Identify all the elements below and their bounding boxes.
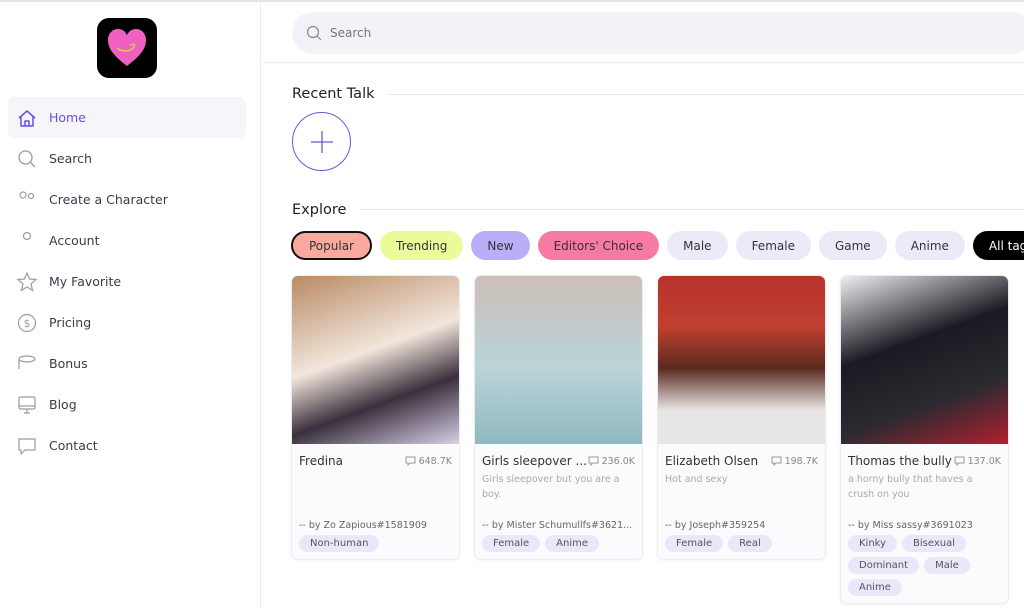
chat-icon xyxy=(771,456,782,466)
tag-filter[interactable]: Editors' Choice xyxy=(537,231,660,260)
plus-icon xyxy=(310,130,333,153)
chat-count: 648.7K xyxy=(405,456,452,467)
home-icon xyxy=(18,109,36,127)
explore-title: Explore xyxy=(292,202,347,218)
character-name: Girls sleepover ... xyxy=(482,454,587,468)
card-tag[interactable]: Real xyxy=(728,535,772,552)
card-tag[interactable]: Anime xyxy=(545,535,600,552)
character-card[interactable]: Elizabeth Olsen 198.7K Hot and sexy -- b… xyxy=(657,275,826,560)
user-icon xyxy=(22,231,32,240)
tag-filter[interactable]: All tags xyxy=(972,231,1024,260)
tag-filter[interactable]: Popular xyxy=(291,231,372,260)
sidebar-item-label: My Favorite xyxy=(49,274,122,289)
character-name: Thomas the bully xyxy=(848,454,952,468)
character-image[interactable] xyxy=(841,276,1008,444)
coins-icon xyxy=(18,354,36,369)
header xyxy=(262,2,1024,63)
chat-icon xyxy=(18,437,36,455)
heart-logo-icon xyxy=(108,29,146,66)
character-description: a horny bully that haves a crush on you xyxy=(848,474,973,500)
character-cards: Fredina 648.7K -- by Zo Zapious#1581909 … xyxy=(291,275,1009,604)
sidebar-item-search[interactable]: Search xyxy=(8,138,246,179)
chat-count-value: 236.0K xyxy=(601,455,635,467)
sidebar-item-label: Bonus xyxy=(49,356,88,371)
character-card[interactable]: Fredina 648.7K -- by Zo Zapious#1581909 … xyxy=(291,275,460,560)
tag-filter[interactable]: Anime xyxy=(894,231,965,260)
character-image[interactable] xyxy=(292,276,459,444)
recent-talk-title: Recent Talk xyxy=(292,86,375,102)
character-name: Fredina xyxy=(299,454,343,468)
card-tag[interactable]: Female xyxy=(665,535,724,552)
card-tag[interactable]: Male xyxy=(924,557,970,574)
sidebar-item-label: Create a Character xyxy=(49,192,168,207)
character-author[interactable]: -- by Mister Schumullfs#3621... xyxy=(482,520,635,531)
character-image[interactable] xyxy=(658,276,825,444)
sidebar-item-label: Search xyxy=(49,151,92,166)
monitor-icon xyxy=(18,395,36,414)
sidebar-item-blog[interactable]: Blog xyxy=(8,384,246,425)
users-icon xyxy=(19,190,35,199)
explore-tag-filters: Popular Trending New Editors' Choice Male Fem… xyxy=(291,231,1024,260)
divider xyxy=(389,94,1024,95)
tag-filter[interactable]: Trending xyxy=(380,231,464,260)
star-icon xyxy=(16,270,38,292)
card-tag[interactable]: Bisexual xyxy=(902,535,967,552)
character-description: Hot and sexy xyxy=(665,474,728,485)
search-icon xyxy=(18,149,36,167)
dollar-icon: $ xyxy=(17,313,37,332)
character-author[interactable]: -- by Zo Zapious#1581909 xyxy=(299,520,452,531)
character-card[interactable]: Thomas the bully 137.0K a horny bully th… xyxy=(840,275,1009,604)
sidebar-item-home[interactable]: Home xyxy=(8,97,246,138)
sidebar-item-bonus[interactable]: Bonus xyxy=(8,343,246,384)
card-tag[interactable]: Dominant xyxy=(848,557,920,574)
sidebar-item-label: Account xyxy=(49,233,100,248)
sidebar: Home Search Create a Character Account My Fa… xyxy=(0,2,261,608)
add-talk-button[interactable] xyxy=(292,112,351,171)
chat-count-value: 198.7K xyxy=(784,455,818,467)
card-tag[interactable]: Anime xyxy=(848,579,902,596)
chat-icon xyxy=(405,456,416,466)
character-card[interactable]: Girls sleepover ... 236.0K Girls sleepov… xyxy=(474,275,643,560)
sidebar-item-label: Contact xyxy=(49,438,98,453)
search-bar[interactable] xyxy=(292,12,1024,54)
character-author[interactable]: -- by Joseph#359254 xyxy=(665,520,818,531)
chat-count: 236.0K xyxy=(588,456,635,467)
app-logo[interactable] xyxy=(97,18,157,78)
card-tags: Kinky Bisexual Dominant Male Anime xyxy=(848,535,1001,599)
character-description: Girls sleepover but you are a boy. xyxy=(482,474,620,500)
sidebar-item-label: Pricing xyxy=(49,315,92,330)
tag-filter[interactable]: New xyxy=(471,231,530,260)
sidebar-item-contact[interactable]: Contact xyxy=(8,425,246,466)
chat-count: 198.7K xyxy=(771,456,818,467)
card-tag[interactable]: Kinky xyxy=(848,535,898,552)
sidebar-item-pricing[interactable]: $ Pricing xyxy=(8,302,246,343)
chat-count-value: 137.0K xyxy=(967,455,1001,467)
search-icon xyxy=(306,25,322,41)
chat-count-value: 648.7K xyxy=(418,455,452,467)
sidebar-item-label: Home xyxy=(49,110,86,125)
character-name: Elizabeth Olsen xyxy=(665,454,759,468)
card-tag[interactable]: Female xyxy=(482,535,541,552)
card-tag[interactable]: Non-human xyxy=(299,535,380,552)
tag-filter[interactable]: Male xyxy=(667,231,728,260)
svg-text:$: $ xyxy=(24,317,31,330)
sidebar-nav: Home Search Create a Character Account My Fa… xyxy=(8,97,246,466)
card-tags: Non-human xyxy=(299,535,452,555)
tag-filter[interactable]: Game xyxy=(818,231,887,260)
sidebar-item-label: Blog xyxy=(49,397,77,412)
sidebar-item-my-favorite[interactable]: My Favorite xyxy=(8,261,246,302)
character-author[interactable]: -- by Miss sassy#3691023 xyxy=(848,520,1001,531)
character-image[interactable] xyxy=(475,276,642,444)
search-input[interactable] xyxy=(330,26,930,40)
card-tags: Female Anime xyxy=(482,535,635,555)
character-description xyxy=(299,472,452,502)
sidebar-item-create-a-character[interactable]: Create a Character xyxy=(8,179,246,220)
chat-icon xyxy=(588,456,599,466)
sidebar-item-account[interactable]: Account xyxy=(8,220,246,261)
tag-filter[interactable]: Female xyxy=(735,231,811,260)
card-tags: Female Real xyxy=(665,535,818,555)
divider xyxy=(360,209,1024,210)
chat-count: 137.0K xyxy=(954,456,1001,467)
chat-icon xyxy=(954,456,965,466)
